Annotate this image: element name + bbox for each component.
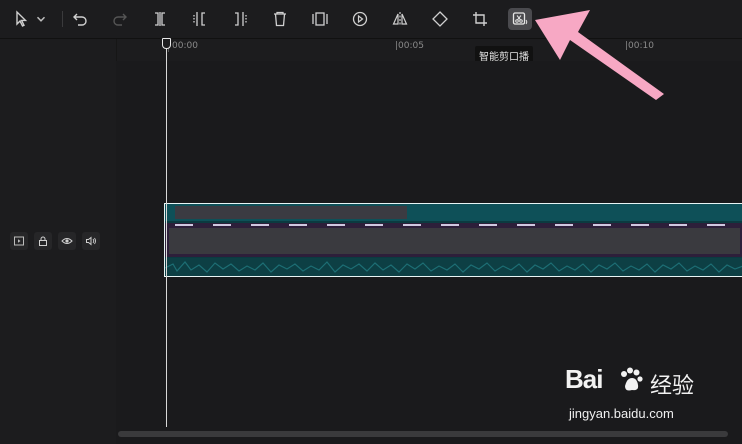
watermark-brand-suffix: 经验 [650, 374, 695, 399]
split-icon[interactable] [150, 9, 170, 29]
clip-content-bar [169, 228, 740, 254]
chevron-down-icon[interactable] [34, 9, 48, 29]
track-controls [10, 232, 106, 250]
watermark-url: jingyan.baidu.com [569, 406, 674, 421]
baidu-watermark: Bai 经验 jingyan.baidu.com [565, 364, 735, 424]
eye-icon[interactable] [58, 232, 76, 250]
ruler-label-10: |00:10 [625, 41, 654, 51]
audio-waveform [165, 258, 742, 276]
trash-icon[interactable] [270, 9, 290, 29]
redo-icon[interactable] [110, 9, 130, 29]
horizontal-scrollbar[interactable] [118, 431, 728, 437]
playhead-line[interactable] [166, 39, 167, 427]
ruler-label-5: |00:05 [395, 41, 424, 51]
clip-header [165, 204, 742, 221]
split-left-icon[interactable] [190, 9, 210, 29]
toolbar: 智能剪口播 [0, 0, 742, 65]
ruler-label-0: 00:00 [172, 41, 198, 51]
cursor-arrow-icon[interactable] [12, 9, 32, 29]
freeze-frame-icon[interactable] [310, 9, 330, 29]
volume-icon[interactable] [82, 232, 100, 250]
video-clip[interactable] [164, 203, 742, 277]
smart-cut-icon[interactable] [508, 8, 532, 30]
clip-title-bar [175, 206, 407, 219]
clip-thumbnails [165, 223, 742, 257]
play-reverse-icon[interactable] [350, 9, 370, 29]
watermark-brand: Bai [565, 364, 603, 394]
crop-icon[interactable] [470, 9, 490, 29]
rotate-icon[interactable] [430, 9, 450, 29]
playhead-handle[interactable] [162, 38, 171, 49]
timeline-ruler[interactable]: 00:00 |00:05 |00:10 [116, 39, 742, 61]
toolbar-separator [62, 11, 63, 27]
split-right-icon[interactable] [230, 9, 250, 29]
lock-icon[interactable] [34, 232, 52, 250]
paw-icon [621, 367, 643, 391]
mirror-icon[interactable] [390, 9, 410, 29]
video-track-icon[interactable] [10, 232, 28, 250]
undo-icon[interactable] [70, 9, 90, 29]
